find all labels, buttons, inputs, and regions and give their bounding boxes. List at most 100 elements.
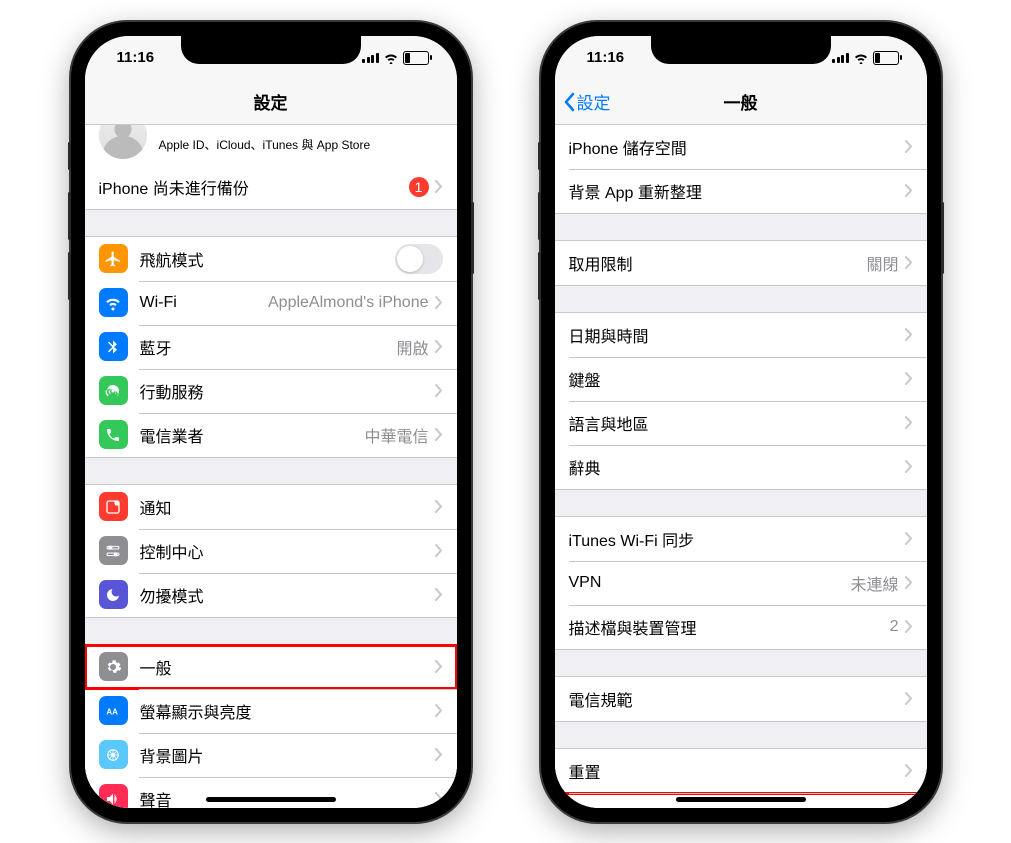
power-button[interactable] [941, 202, 944, 274]
control-center-row[interactable]: 控制中心 [85, 529, 457, 573]
battery-icon [873, 51, 899, 65]
status-time: 11:16 [109, 49, 155, 66]
back-button[interactable]: 設定 [563, 80, 611, 124]
row-label: 控制中心 [140, 539, 435, 563]
volume-up-button[interactable] [68, 192, 71, 240]
battery-icon [403, 51, 429, 65]
bg-refresh-row[interactable]: 背景 App 重新整理 [555, 169, 927, 213]
wallpaper-row[interactable]: 背景圖片 [85, 733, 457, 777]
general-row[interactable]: 一般 [85, 645, 457, 689]
chevron-right-icon [905, 532, 913, 545]
profiles-row[interactable]: 描述檔與裝置管理 2 [555, 605, 927, 649]
wifi-icon [99, 288, 128, 317]
restrictions-row[interactable]: 取用限制 關閉 [555, 241, 927, 285]
chevron-right-icon [435, 296, 443, 309]
nav-title: 一般 [724, 89, 758, 114]
row-label: Wi-Fi [140, 294, 269, 312]
power-button[interactable] [471, 202, 474, 274]
backup-row[interactable]: iPhone 尚未進行備份 1 [85, 165, 457, 209]
row-label: 一般 [140, 655, 435, 679]
backup-badge: 1 [409, 177, 429, 197]
cellular-row[interactable]: 行動服務 [85, 369, 457, 413]
back-label: 設定 [577, 89, 611, 114]
apple-id-row[interactable]: Apple ID、iCloud、iTunes 與 App Store [85, 125, 457, 165]
chevron-right-icon [435, 544, 443, 557]
keyboard-row[interactable]: 鍵盤 [555, 357, 927, 401]
cellular-signal-icon [832, 52, 849, 63]
wifi-icon [383, 52, 399, 64]
wifi-row[interactable]: Wi-Fi AppleAlmond's iPhone [85, 281, 457, 325]
apple-id-subtitle: Apple ID、iCloud、iTunes 與 App Store [159, 136, 371, 153]
chevron-right-icon [905, 692, 913, 705]
regulatory-row[interactable]: 電信規範 [555, 677, 927, 721]
cellular-icon [99, 376, 128, 405]
chevron-right-icon [435, 384, 443, 397]
chevron-right-icon [435, 748, 443, 761]
speaker-icon [99, 784, 128, 808]
carrier-value: 中華電信 [364, 423, 428, 447]
chevron-right-icon [435, 340, 443, 353]
chevron-right-icon [435, 588, 443, 601]
volume-down-button[interactable] [68, 252, 71, 300]
chevron-right-icon [905, 416, 913, 429]
wifi-icon [853, 52, 869, 64]
dictionary-row[interactable]: 辭典 [555, 445, 927, 489]
row-label: 鍵盤 [569, 367, 905, 391]
carrier-row[interactable]: 電信業者 中華電信 [85, 413, 457, 457]
row-label: 描述檔與裝置管理 [569, 615, 890, 639]
nav-bar: 設定 [85, 80, 457, 125]
phone-left: 11:16 設定 Apple ID、iCloud、iTunes 與 App St… [71, 22, 471, 822]
general-list[interactable]: iPhone 儲存空間 背景 App 重新整理 取用限制 關閉 日期與時間 [555, 125, 927, 808]
datetime-row[interactable]: 日期與時間 [555, 313, 927, 357]
row-label: 電信規範 [569, 687, 905, 711]
chevron-right-icon [435, 792, 443, 805]
sound-row[interactable]: 聲音 [85, 777, 457, 808]
volume-down-button[interactable] [538, 252, 541, 300]
chevron-right-icon [905, 184, 913, 197]
control-center-icon [99, 536, 128, 565]
display-row[interactable]: AA 螢幕顯示與亮度 [85, 689, 457, 733]
row-label: 電信業者 [140, 423, 365, 447]
chevron-right-icon [905, 256, 913, 269]
reset-row[interactable]: 重置 [555, 749, 927, 793]
status-icons [362, 51, 433, 65]
airplane-mode-row[interactable]: 飛航模式 [85, 237, 457, 281]
wallpaper-icon [99, 740, 128, 769]
row-label: 背景 App 重新整理 [569, 179, 905, 203]
volume-up-button[interactable] [538, 192, 541, 240]
mute-switch[interactable] [538, 142, 541, 170]
dnd-row[interactable]: 勿擾模式 [85, 573, 457, 617]
notifications-row[interactable]: 通知 [85, 485, 457, 529]
phone-right: 11:16 設定 一般 iPhone 儲存空間 [541, 22, 941, 822]
chevron-right-icon [905, 576, 913, 589]
nav-title: 設定 [254, 89, 288, 114]
bluetooth-row[interactable]: 藍牙 開啟 [85, 325, 457, 369]
settings-list[interactable]: Apple ID、iCloud、iTunes 與 App Store iPhon… [85, 125, 457, 808]
language-row[interactable]: 語言與地區 [555, 401, 927, 445]
vpn-row[interactable]: VPN 未連線 [555, 561, 927, 605]
row-label: 勿擾模式 [140, 583, 435, 607]
row-label: 背景圖片 [140, 743, 435, 767]
chevron-right-icon [905, 460, 913, 473]
row-label: 語言與地區 [569, 411, 905, 435]
row-label: 通知 [140, 495, 435, 519]
backup-label: iPhone 尚未進行備份 [99, 175, 409, 199]
home-indicator[interactable] [676, 797, 806, 802]
notch [181, 36, 361, 64]
storage-row[interactable]: iPhone 儲存空間 [555, 125, 927, 169]
itunes-sync-row[interactable]: iTunes Wi-Fi 同步 [555, 517, 927, 561]
status-time: 11:16 [579, 49, 625, 66]
profiles-value: 2 [890, 618, 899, 636]
mute-switch[interactable] [68, 142, 71, 170]
row-label: 關機 [569, 803, 913, 808]
airplane-toggle[interactable] [395, 244, 443, 274]
row-label: iPhone 儲存空間 [569, 135, 905, 159]
row-label: 行動服務 [140, 379, 435, 403]
vpn-value: 未連線 [850, 571, 898, 595]
status-icons [832, 51, 903, 65]
chevron-right-icon [435, 428, 443, 441]
gear-icon [99, 652, 128, 681]
home-indicator[interactable] [206, 797, 336, 802]
row-label: VPN [569, 574, 851, 592]
chevron-right-icon [435, 500, 443, 513]
